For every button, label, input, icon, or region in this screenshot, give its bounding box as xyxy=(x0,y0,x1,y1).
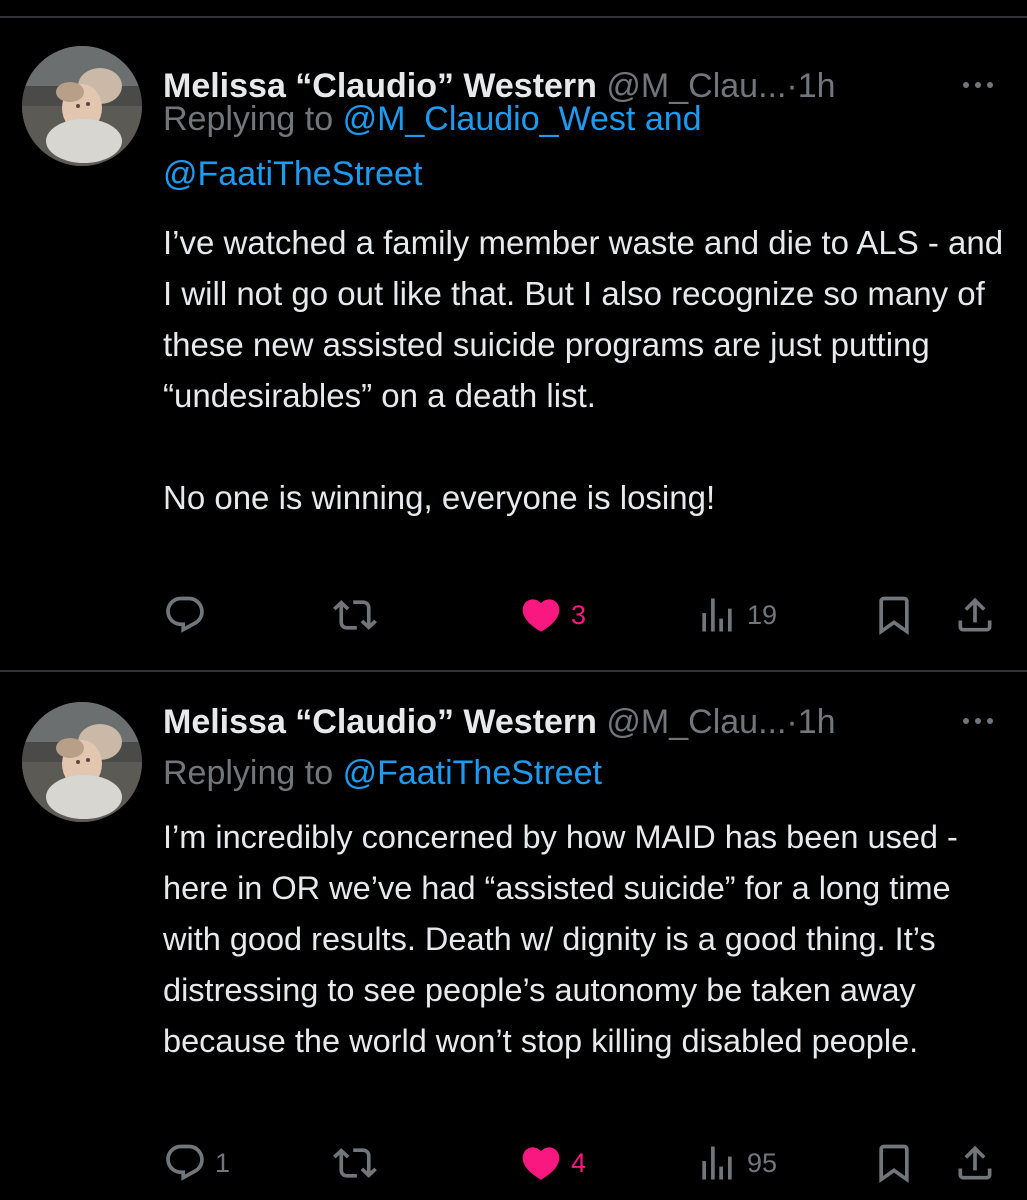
retweet-icon xyxy=(333,1141,377,1185)
tweet-paragraph: I’m incredibly concerned by how MAID has… xyxy=(163,819,958,1059)
separator-dot: · xyxy=(786,703,798,741)
avatar-image xyxy=(22,702,142,822)
display-name[interactable]: Melissa “Claudio” Western xyxy=(163,703,597,741)
like-button[interactable]: 4 xyxy=(519,1138,586,1188)
like-count: 4 xyxy=(571,1147,587,1178)
like-button[interactable]: 3 xyxy=(519,590,586,640)
bookmark-button[interactable] xyxy=(872,1138,916,1188)
share-icon xyxy=(953,1141,997,1185)
bookmark-icon xyxy=(872,593,916,637)
replying-to: Replying to @M_Claudio_West and @FaatiTh… xyxy=(163,92,1003,202)
mention-link[interactable]: @M_Claudio_West xyxy=(343,100,636,138)
avatar-image xyxy=(22,46,142,166)
view-count: 19 xyxy=(747,599,778,630)
views-icon xyxy=(695,1141,739,1185)
tweet[interactable]: Melissa “Claudio” Western @M_Clau...·1h … xyxy=(0,18,1027,670)
view-count: 95 xyxy=(747,1147,778,1178)
reply-button[interactable]: 1 xyxy=(163,1138,230,1188)
tweet[interactable]: Melissa “Claudio” Western @M_Clau...·1h … xyxy=(0,672,1027,1200)
tweet-text: I’ve watched a family member waste and d… xyxy=(163,217,1008,523)
tweet-paragraph: No one is winning, everyone is losing! xyxy=(163,479,716,516)
mention-link[interactable]: @FaatiTheStreet xyxy=(343,754,602,792)
share-button[interactable] xyxy=(953,590,997,640)
share-icon xyxy=(953,593,997,637)
avatar[interactable] xyxy=(22,46,142,166)
reply-icon xyxy=(163,593,207,637)
views-button[interactable]: 95 xyxy=(695,1138,777,1188)
mention-joiner: and xyxy=(644,100,702,138)
views-button[interactable]: 19 xyxy=(695,590,777,640)
heart-icon xyxy=(519,1141,563,1185)
more-horizontal-icon[interactable] xyxy=(958,706,998,736)
retweet-icon xyxy=(333,593,377,637)
replying-to-prefix: Replying to xyxy=(163,754,334,792)
share-button[interactable] xyxy=(953,1138,997,1188)
user-handle[interactable]: @M_Clau... xyxy=(606,703,786,741)
tweet-header: Melissa “Claudio” Western @M_Clau...·1h xyxy=(163,702,836,742)
tweet-paragraph: I’ve watched a family member waste and d… xyxy=(163,224,1004,414)
avatar[interactable] xyxy=(22,702,142,822)
tweet-actions: 1 4 95 xyxy=(0,1138,1027,1188)
retweet-button[interactable] xyxy=(333,1138,385,1188)
reply-button[interactable] xyxy=(163,590,215,640)
retweet-button[interactable] xyxy=(333,590,385,640)
views-icon xyxy=(695,593,739,637)
replying-to: Replying to @FaatiTheStreet xyxy=(163,746,1003,801)
bookmark-button[interactable] xyxy=(872,590,916,640)
bookmark-icon xyxy=(872,1141,916,1185)
reply-count: 1 xyxy=(215,1147,231,1178)
timestamp[interactable]: 1h xyxy=(798,703,836,741)
mention-link[interactable]: @FaatiTheStreet xyxy=(163,155,422,193)
reply-icon xyxy=(163,1141,207,1185)
tweet-text: I’m incredibly concerned by how MAID has… xyxy=(163,812,1008,1067)
tweet-actions: 3 19 xyxy=(0,590,1027,640)
like-count: 3 xyxy=(571,599,587,630)
replying-to-prefix: Replying to xyxy=(163,100,334,138)
heart-icon xyxy=(519,593,563,637)
